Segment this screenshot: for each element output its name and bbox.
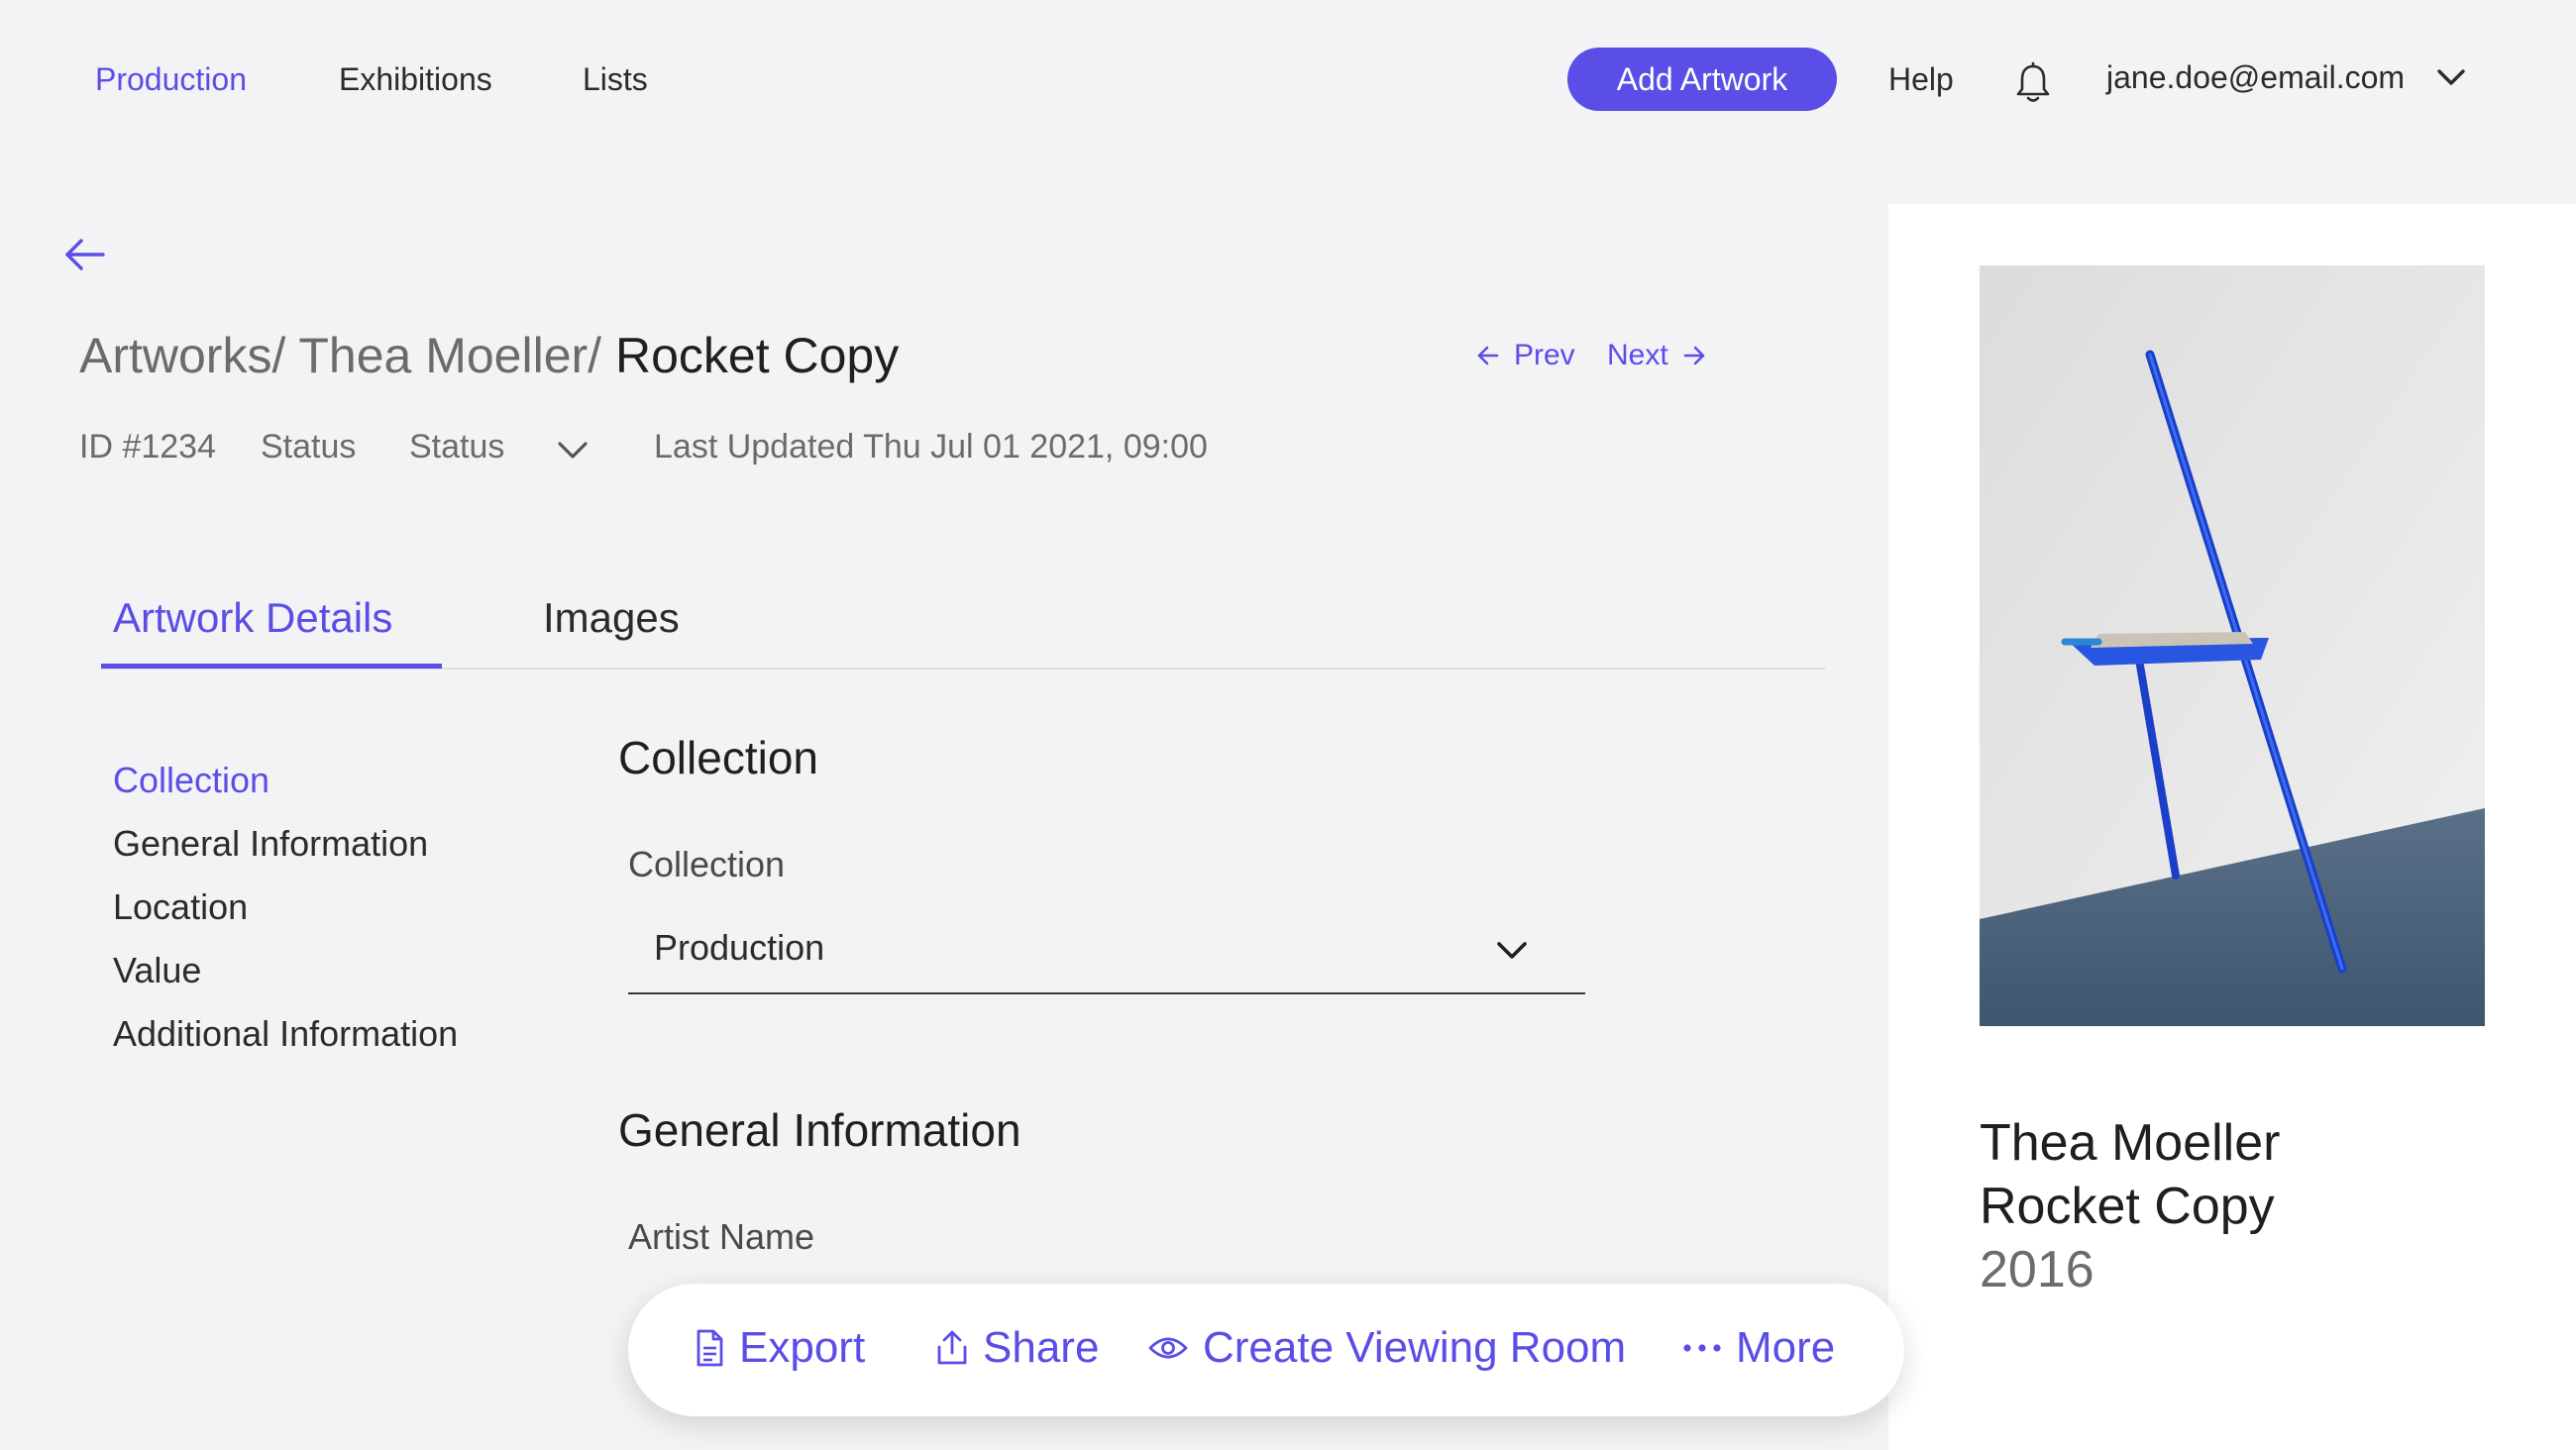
user-email[interactable]: jane.doe@email.com [2106,59,2405,96]
breadcrumb-artist[interactable]: Thea Moeller/ [298,328,601,383]
preview-year: 2016 [1980,1241,2094,1298]
nav-lists[interactable]: Lists [583,61,648,98]
nav-production[interactable]: Production [95,61,247,98]
tab-artwork-details[interactable]: Artwork Details [113,594,392,642]
help-link[interactable]: Help [1888,61,1954,98]
active-tab-indicator [101,664,442,669]
breadcrumb: Artworks/ Thea Moeller/ Rocket Copy [79,327,899,384]
share-button[interactable]: Share [935,1323,1099,1373]
bell-icon[interactable] [2013,61,2053,105]
prev-label: Prev [1514,339,1575,371]
nav-exhibitions[interactable]: Exhibitions [339,61,492,98]
next-label: Next [1607,339,1668,371]
preview-title: Rocket Copy [1980,1178,2275,1235]
collection-field-label: Collection [628,844,786,884]
section-nav-collection[interactable]: Collection [113,759,458,822]
tab-images[interactable]: Images [543,594,680,642]
share-label: Share [983,1323,1100,1372]
prev-button[interactable]: Prev [1476,339,1575,372]
collection-section-title: Collection [618,732,818,783]
section-nav-general-information[interactable]: General Information [113,822,458,885]
chevron-down-icon[interactable] [555,438,590,462]
status-label: Status [261,428,357,466]
next-button[interactable]: Next [1607,339,1706,372]
collection-select[interactable]: Production [654,927,824,969]
artwork-photo [1980,265,2485,1026]
breadcrumb-current: Rocket Copy [614,328,900,383]
general-information-section-title: General Information [618,1104,1021,1156]
create-viewing-room-label: Create Viewing Room [1203,1323,1627,1372]
section-nav-additional-information[interactable]: Additional Information [113,1012,458,1076]
artwork-image[interactable] [1980,265,2485,1026]
last-updated: Last Updated Thu Jul 01 2021, 09:00 [654,428,1208,466]
more-label: More [1736,1323,1836,1372]
more-button[interactable]: More [1682,1323,1835,1373]
arrow-left-icon [1477,346,1499,365]
document-icon [697,1329,723,1367]
section-nav: Collection General Information Location … [113,759,458,1076]
preview-artist: Thea Moeller [1980,1114,2281,1172]
artist-name-field-label: Artist Name [628,1216,815,1257]
section-nav-location[interactable]: Location [113,885,458,949]
chevron-down-icon[interactable] [1494,939,1530,963]
artwork-id: ID #1234 [79,428,216,466]
action-bar: Export Share Create Viewing Room More [628,1284,1904,1416]
eye-icon [1148,1337,1188,1359]
back-arrow-icon[interactable] [63,238,107,271]
breadcrumb-artworks[interactable]: Artworks/ [79,328,285,383]
export-button[interactable]: Export [694,1323,865,1373]
chevron-down-icon[interactable] [2435,65,2467,89]
artwork-detail-page: Production Exhibitions Lists Add Artwork… [0,0,2576,1450]
share-icon [937,1330,967,1365]
status-dropdown[interactable]: Status [409,428,504,466]
ellipsis-icon [1683,1344,1721,1352]
arrow-right-icon [1683,346,1704,365]
section-nav-value[interactable]: Value [113,949,458,1012]
add-artwork-button[interactable]: Add Artwork [1567,48,1837,111]
collection-select-underline [628,992,1585,994]
export-label: Export [739,1323,866,1372]
create-viewing-room-button[interactable]: Create Viewing Room [1147,1323,1626,1373]
